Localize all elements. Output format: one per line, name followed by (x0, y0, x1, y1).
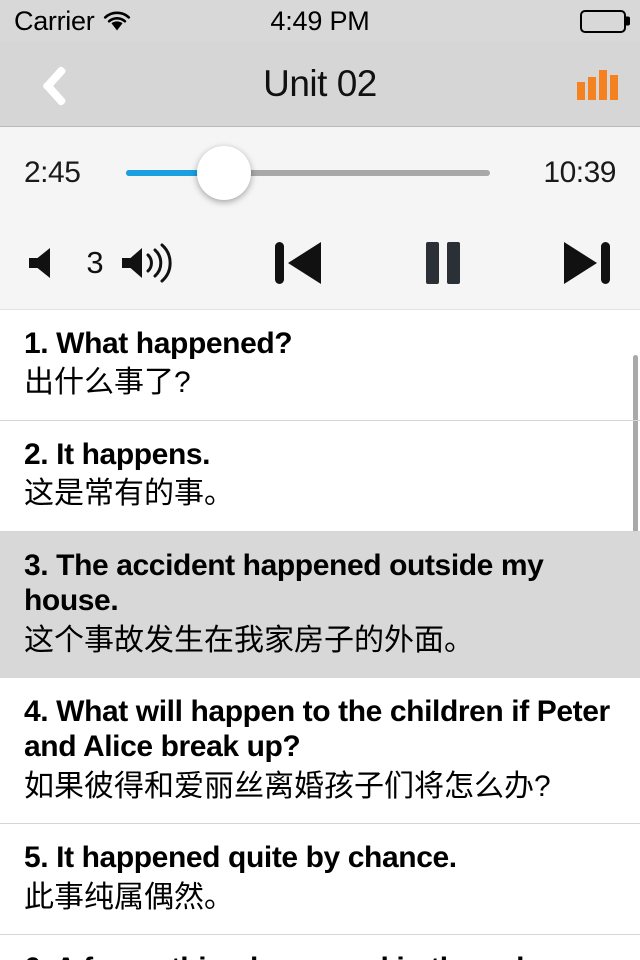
volume-up-icon[interactable] (120, 240, 178, 286)
volume-level-label: 3 (86, 245, 104, 280)
sentence-list[interactable]: 1. What happened? 出什么事了? 2. It happens. 这是常… (0, 310, 640, 960)
list-item[interactable]: 2. It happens. 这是常有的事。 (0, 421, 640, 532)
sentence-english: 4. What will happen to the children if P… (24, 695, 610, 764)
status-bar-right (580, 9, 630, 33)
equalizer-bar-3 (599, 70, 607, 100)
list-item[interactable]: 3. The accident happened outside my hous… (0, 531, 640, 679)
audio-player-panel: 2:45 10:39 3 (0, 127, 640, 310)
carrier-label: Carrier (14, 5, 95, 36)
volume-down-icon[interactable] (24, 240, 70, 286)
sentence-chinese: 此事纯属偶然。 (24, 880, 234, 914)
back-button[interactable] (0, 42, 90, 126)
sentence-english: 2. It happens. (24, 437, 211, 471)
page-title-wrapper: Unit 02 (0, 63, 640, 105)
progress-slider[interactable] (126, 146, 490, 200)
next-track-icon[interactable] (558, 236, 616, 290)
transport-controls-row: 3 (0, 219, 640, 307)
list-item[interactable]: 1. What happened? 出什么事了? (0, 310, 640, 421)
previous-track-icon[interactable] (269, 236, 327, 290)
navigation-bar: Unit 02 (0, 42, 640, 127)
progress-thumb[interactable] (197, 146, 252, 200)
page-title: Unit 02 (263, 63, 377, 104)
list-item[interactable]: 5. It happened quite by chance. 此事纯属偶然。 (0, 824, 640, 936)
sentence-chinese: 出什么事了? (24, 366, 191, 400)
sentence-chinese: 这是常有的事。 (24, 477, 234, 511)
status-bar-left: Carrier (14, 6, 131, 37)
clock-label: 4:49 PM (270, 5, 370, 36)
sentence-english: 3. The accident happened outside my hous… (24, 548, 544, 618)
pause-icon[interactable] (419, 236, 467, 290)
total-time-label: 10:39 (543, 156, 616, 189)
list-item[interactable]: 6. A funny thing happened in the subway … (0, 935, 640, 960)
sentence-english: 6. A funny thing happened in the subway … (24, 951, 616, 960)
equalizer-bar-4 (610, 75, 618, 100)
sentence-chinese: 如果彼得和爱丽丝离婚孩子们将怎么办? (24, 769, 551, 803)
current-time-label: 2:45 (24, 156, 81, 189)
wifi-icon (103, 10, 131, 32)
sentence-chinese: 这个事故发生在我家房子的外面。 (24, 623, 474, 657)
sentence-english: 1. What happened? (24, 327, 293, 360)
equalizer-bar-1 (577, 82, 585, 100)
equalizer-icon[interactable] (577, 68, 618, 100)
status-bar: Carrier 4:49 PM (0, 0, 640, 42)
progress-row: 2:45 10:39 (0, 127, 640, 219)
equalizer-bar-2 (588, 77, 596, 100)
battery-full-icon (580, 9, 630, 33)
chevron-left-icon (32, 61, 58, 107)
list-item[interactable]: 4. What will happen to the children if P… (0, 678, 640, 825)
volume-group: 3 (24, 240, 178, 286)
sentence-english: 5. It happened quite by chance. (24, 841, 457, 875)
